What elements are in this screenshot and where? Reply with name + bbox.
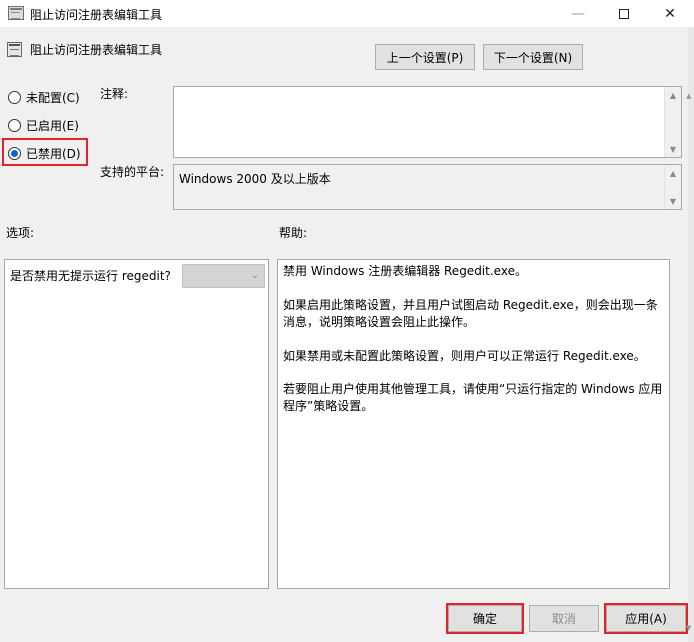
comment-label: 注释: xyxy=(100,87,129,101)
close-icon: ✕ xyxy=(664,5,676,22)
option-dropdown[interactable]: ⌄ xyxy=(182,264,265,288)
policy-editor-icon xyxy=(8,6,24,20)
comment-scrollbar[interactable]: ▲ ▼ xyxy=(664,87,681,157)
help-label: 帮助: xyxy=(279,226,308,240)
scroll-up-icon[interactable]: ▲ xyxy=(686,92,691,100)
scroll-up-icon[interactable]: ▲ xyxy=(665,87,681,103)
window-title: 阻止访问注册表编辑工具 xyxy=(30,8,163,22)
policy-setting-icon xyxy=(7,42,22,57)
scroll-down-icon[interactable]: ▼ xyxy=(686,624,691,632)
radio-circle-icon xyxy=(8,90,21,104)
maximize-button[interactable] xyxy=(601,0,647,27)
scroll-down-icon[interactable]: ▼ xyxy=(665,193,681,209)
highlight-box-apply xyxy=(604,603,688,634)
next-setting-button[interactable]: 下一个设置(N) xyxy=(483,44,583,70)
radio-label-not-configured: 未配置(C) xyxy=(26,90,80,105)
window-scrollbar[interactable] xyxy=(688,27,694,642)
radio-label-enabled: 已启用(E) xyxy=(26,118,79,133)
help-paragraph: 如果启用此策略设置，并且用户试图启动 Regedit.exe，则会出现一条消息，… xyxy=(283,298,658,329)
minimize-icon: — xyxy=(571,5,585,22)
platform-label: 支持的平台: xyxy=(100,165,165,179)
maximize-icon xyxy=(619,8,629,19)
platform-field: Windows 2000 及以上版本 ▲ ▼ xyxy=(173,164,682,210)
close-button[interactable]: ✕ xyxy=(647,0,693,27)
comment-textarea[interactable]: ▲ ▼ xyxy=(173,86,682,158)
help-paragraph: 若要阻止用户使用其他管理工具，请使用“只运行指定的 Windows 应用程序”策… xyxy=(283,382,663,413)
scroll-up-icon[interactable]: ▲ xyxy=(665,165,681,181)
help-paragraph: 禁用 Windows 注册表编辑器 Regedit.exe。 xyxy=(283,264,527,278)
platform-scrollbar[interactable]: ▲ ▼ xyxy=(664,165,681,209)
radio-enabled[interactable]: 已启用(E) xyxy=(8,117,79,133)
cancel-button[interactable]: 取消 xyxy=(529,605,599,632)
minimize-button[interactable]: — xyxy=(555,0,601,27)
options-label: 选项: xyxy=(6,226,35,240)
radio-circle-icon xyxy=(8,118,21,132)
help-paragraph: 如果禁用或未配置此策略设置，则用户可以正常运行 Regedit.exe。 xyxy=(283,349,646,363)
chevron-down-icon: ⌄ xyxy=(250,270,259,281)
radio-not-configured[interactable]: 未配置(C) xyxy=(8,89,80,105)
policy-title: 阻止访问注册表编辑工具 xyxy=(30,43,163,57)
highlight-box-disabled xyxy=(2,138,88,166)
platform-value: Windows 2000 及以上版本 xyxy=(179,172,331,186)
scroll-down-icon[interactable]: ▼ xyxy=(665,141,681,157)
title-bar: 阻止访问注册表编辑工具 — ✕ xyxy=(0,0,694,27)
highlight-box-ok xyxy=(446,603,524,634)
options-pane: 是否禁用无提示运行 regedit? ⌄ xyxy=(4,259,269,589)
help-pane: 禁用 Windows 注册表编辑器 Regedit.exe。 如果启用此策略设置… xyxy=(277,259,670,589)
previous-setting-button[interactable]: 上一个设置(P) xyxy=(375,44,475,70)
option-setting-text: 是否禁用无提示运行 regedit? xyxy=(10,269,171,283)
